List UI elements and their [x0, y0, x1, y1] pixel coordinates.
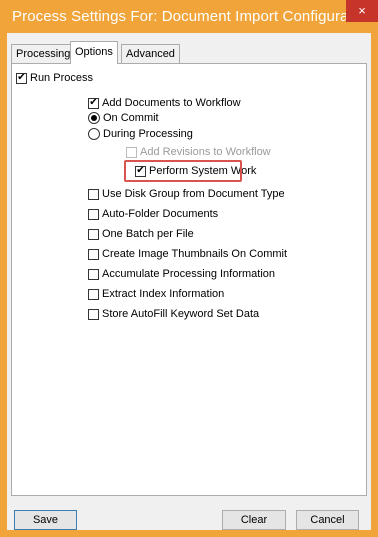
add-documents-option[interactable]: ✔ Add Documents to Workflow	[88, 96, 241, 110]
cancel-button[interactable]: Cancel	[296, 510, 359, 530]
close-icon: ×	[358, 3, 366, 18]
one-batch-option[interactable]: One Batch per File	[88, 227, 194, 241]
store-autofill-checkbox[interactable]	[88, 308, 99, 320]
add-revisions-label: Add Revisions to Workflow	[140, 146, 271, 158]
dialog-window: Process Settings For: Document Import Co…	[0, 0, 378, 537]
tab-advanced[interactable]: Advanced	[121, 44, 180, 63]
accumulate-info-option[interactable]: Accumulate Processing Information	[88, 267, 275, 281]
options-panel: ✔ Run Process ✔ Add Documents to Workflo…	[11, 63, 367, 496]
add-documents-checkbox[interactable]: ✔	[88, 97, 99, 109]
auto-folder-checkbox[interactable]	[88, 208, 99, 220]
on-commit-radio[interactable]	[88, 112, 100, 124]
dialog-client-area: Processing Options Advanced ✔ Run Proces…	[7, 33, 371, 530]
one-batch-checkbox[interactable]	[88, 228, 99, 240]
close-button[interactable]: ×	[346, 0, 378, 22]
use-disk-group-checkbox[interactable]	[88, 188, 99, 200]
create-thumbnails-checkbox[interactable]	[88, 248, 99, 260]
accumulate-info-label: Accumulate Processing Information	[102, 268, 276, 280]
window-title: Process Settings For: Document Import Co…	[12, 8, 374, 25]
create-thumbnails-option[interactable]: Create Image Thumbnails On Commit	[88, 247, 287, 261]
during-processing-radio[interactable]	[88, 128, 100, 140]
auto-folder-option[interactable]: Auto-Folder Documents	[88, 207, 218, 221]
store-autofill-label: Store AutoFill Keyword Set Data	[102, 308, 260, 320]
run-process-label: Run Process	[30, 72, 93, 84]
accumulate-info-checkbox[interactable]	[88, 268, 99, 280]
clear-button[interactable]: Clear	[222, 510, 286, 530]
create-thumbnails-label: Create Image Thumbnails On Commit	[102, 248, 288, 260]
extract-index-label: Extract Index Information	[102, 288, 225, 300]
add-revisions-checkbox[interactable]	[126, 146, 137, 158]
add-revisions-option[interactable]: Add Revisions to Workflow	[126, 145, 271, 159]
tab-options[interactable]: Options	[70, 41, 118, 64]
tab-processing[interactable]: Processing	[11, 44, 76, 63]
one-batch-label: One Batch per File	[102, 228, 194, 240]
run-process-option[interactable]: ✔ Run Process	[16, 71, 93, 85]
auto-folder-label: Auto-Folder Documents	[102, 208, 219, 220]
checkmark-icon: ✔	[89, 97, 98, 108]
add-documents-label: Add Documents to Workflow	[102, 97, 241, 109]
use-disk-group-label: Use Disk Group from Document Type	[102, 188, 285, 200]
during-processing-label: During Processing	[103, 128, 193, 140]
use-disk-group-option[interactable]: Use Disk Group from Document Type	[88, 187, 285, 201]
extract-index-checkbox[interactable]	[88, 288, 99, 300]
title-bar[interactable]: Process Settings For: Document Import Co…	[0, 0, 378, 33]
on-commit-label: On Commit	[103, 112, 159, 124]
run-process-checkbox[interactable]: ✔	[16, 72, 27, 84]
extract-index-option[interactable]: Extract Index Information	[88, 287, 224, 301]
highlight-box	[124, 160, 242, 182]
on-commit-option[interactable]: On Commit	[88, 111, 159, 125]
during-processing-option[interactable]: During Processing	[88, 127, 193, 141]
radio-selected-dot	[91, 115, 97, 121]
store-autofill-option[interactable]: Store AutoFill Keyword Set Data	[88, 307, 259, 321]
checkmark-icon: ✔	[17, 72, 26, 83]
save-button[interactable]: Save	[14, 510, 77, 530]
